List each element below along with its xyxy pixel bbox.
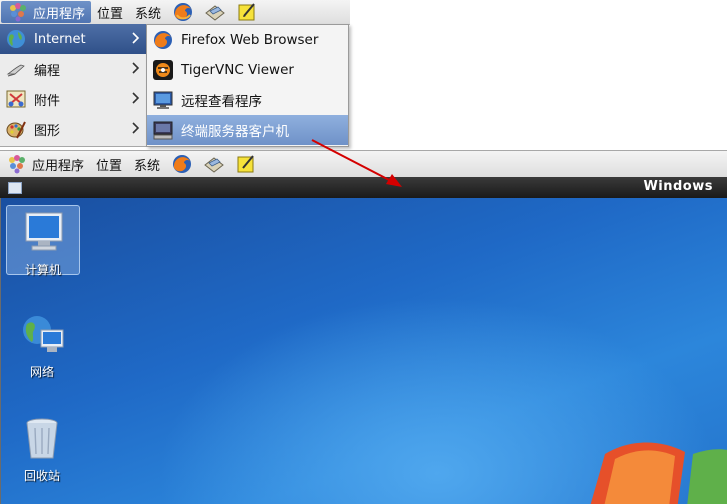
menu-item-label: 图形	[34, 123, 61, 139]
computer-icon	[25, 212, 63, 251]
submenu-item-label: Firefox Web Browser	[181, 32, 319, 48]
mail-launcher-icon[interactable]	[203, 153, 225, 175]
notes-launcher-icon[interactable]	[235, 153, 257, 175]
applications-menu[interactable]: 应用程序	[1, 1, 92, 23]
menu-item-label: 编程	[34, 63, 61, 79]
internet-submenu: Firefox Web Browser TigerVNC Viewer 远程查看…	[146, 24, 349, 147]
remote-applications-menu[interactable]: 应用程序	[32, 153, 90, 175]
desktop-icon-label: 回收站	[23, 469, 60, 483]
desktop-icon-computer[interactable]: 计算机	[6, 205, 80, 277]
window-menu-icon[interactable]	[8, 182, 22, 194]
system-menu[interactable]: 系统	[129, 1, 167, 23]
remote-top-panel: 应用程序 位置 系统	[0, 150, 727, 178]
submenu-item-remote-viewer[interactable]: 远程查看程序	[147, 85, 348, 115]
windows-desktop[interactable]: 计算机 网络 回收站	[0, 198, 727, 504]
window-title-bar[interactable]: Windows	[0, 177, 727, 198]
windows-logo	[590, 442, 727, 504]
menu-item-label: 附件	[34, 93, 61, 109]
menu-item-programming[interactable]: 编程	[0, 54, 146, 84]
submenu-item-tigervnc[interactable]: TigerVNC Viewer	[147, 55, 348, 85]
firefox-launcher-icon[interactable]	[171, 153, 193, 175]
desktop-icon-recycle-bin[interactable]: 回收站	[6, 412, 78, 483]
remote-places-menu[interactable]: 位置	[90, 153, 128, 175]
tigervnc-icon	[151, 58, 175, 82]
desktop-icon-label: 网络	[29, 365, 54, 379]
top-panel: 应用程序 位置 系统	[0, 0, 350, 25]
submenu-item-label: 远程查看程序	[181, 94, 262, 110]
desktop-icon-network[interactable]: 网络	[6, 308, 78, 379]
submenu-item-firefox[interactable]: Firefox Web Browser	[147, 25, 348, 55]
menu-item-graphics[interactable]: 图形	[0, 114, 146, 144]
accessories-icon	[4, 88, 28, 110]
desktop-icon-label: 计算机	[24, 263, 61, 277]
terminal-server-icon	[151, 118, 175, 142]
monitor-icon	[151, 88, 175, 112]
chevron-right-icon	[132, 32, 140, 44]
menu-item-accessories[interactable]: 附件	[0, 84, 146, 114]
remote-system-menu[interactable]: 系统	[128, 153, 166, 175]
notes-launcher-icon[interactable]	[236, 1, 258, 23]
chevron-right-icon	[132, 92, 140, 104]
submenu-item-label: 终端服务器客户机	[181, 124, 289, 140]
firefox-icon	[151, 28, 175, 52]
applications-label: 应用程序	[33, 6, 86, 22]
globe-icon	[4, 28, 28, 50]
window-title: Windows	[643, 179, 713, 194]
mail-launcher-icon[interactable]	[204, 1, 226, 23]
applications-dropdown: Internet 编程 附件 图形	[0, 24, 147, 147]
gnome-foot-icon	[7, 2, 29, 22]
submenu-item-label: TigerVNC Viewer	[181, 62, 294, 78]
chevron-right-icon	[132, 62, 140, 74]
programming-icon	[4, 58, 28, 80]
places-menu[interactable]: 位置	[91, 1, 129, 23]
menu-item-label: Internet	[34, 31, 86, 47]
submenu-item-terminal-server-client[interactable]: 终端服务器客户机	[147, 115, 348, 145]
menu-item-internet[interactable]: Internet	[0, 24, 146, 54]
network-icon	[23, 316, 64, 352]
chevron-right-icon	[132, 122, 140, 134]
palette-icon	[4, 118, 28, 140]
firefox-launcher-icon[interactable]	[172, 1, 194, 23]
gnome-foot-icon[interactable]	[6, 154, 28, 174]
recycle-bin-icon	[26, 418, 58, 459]
